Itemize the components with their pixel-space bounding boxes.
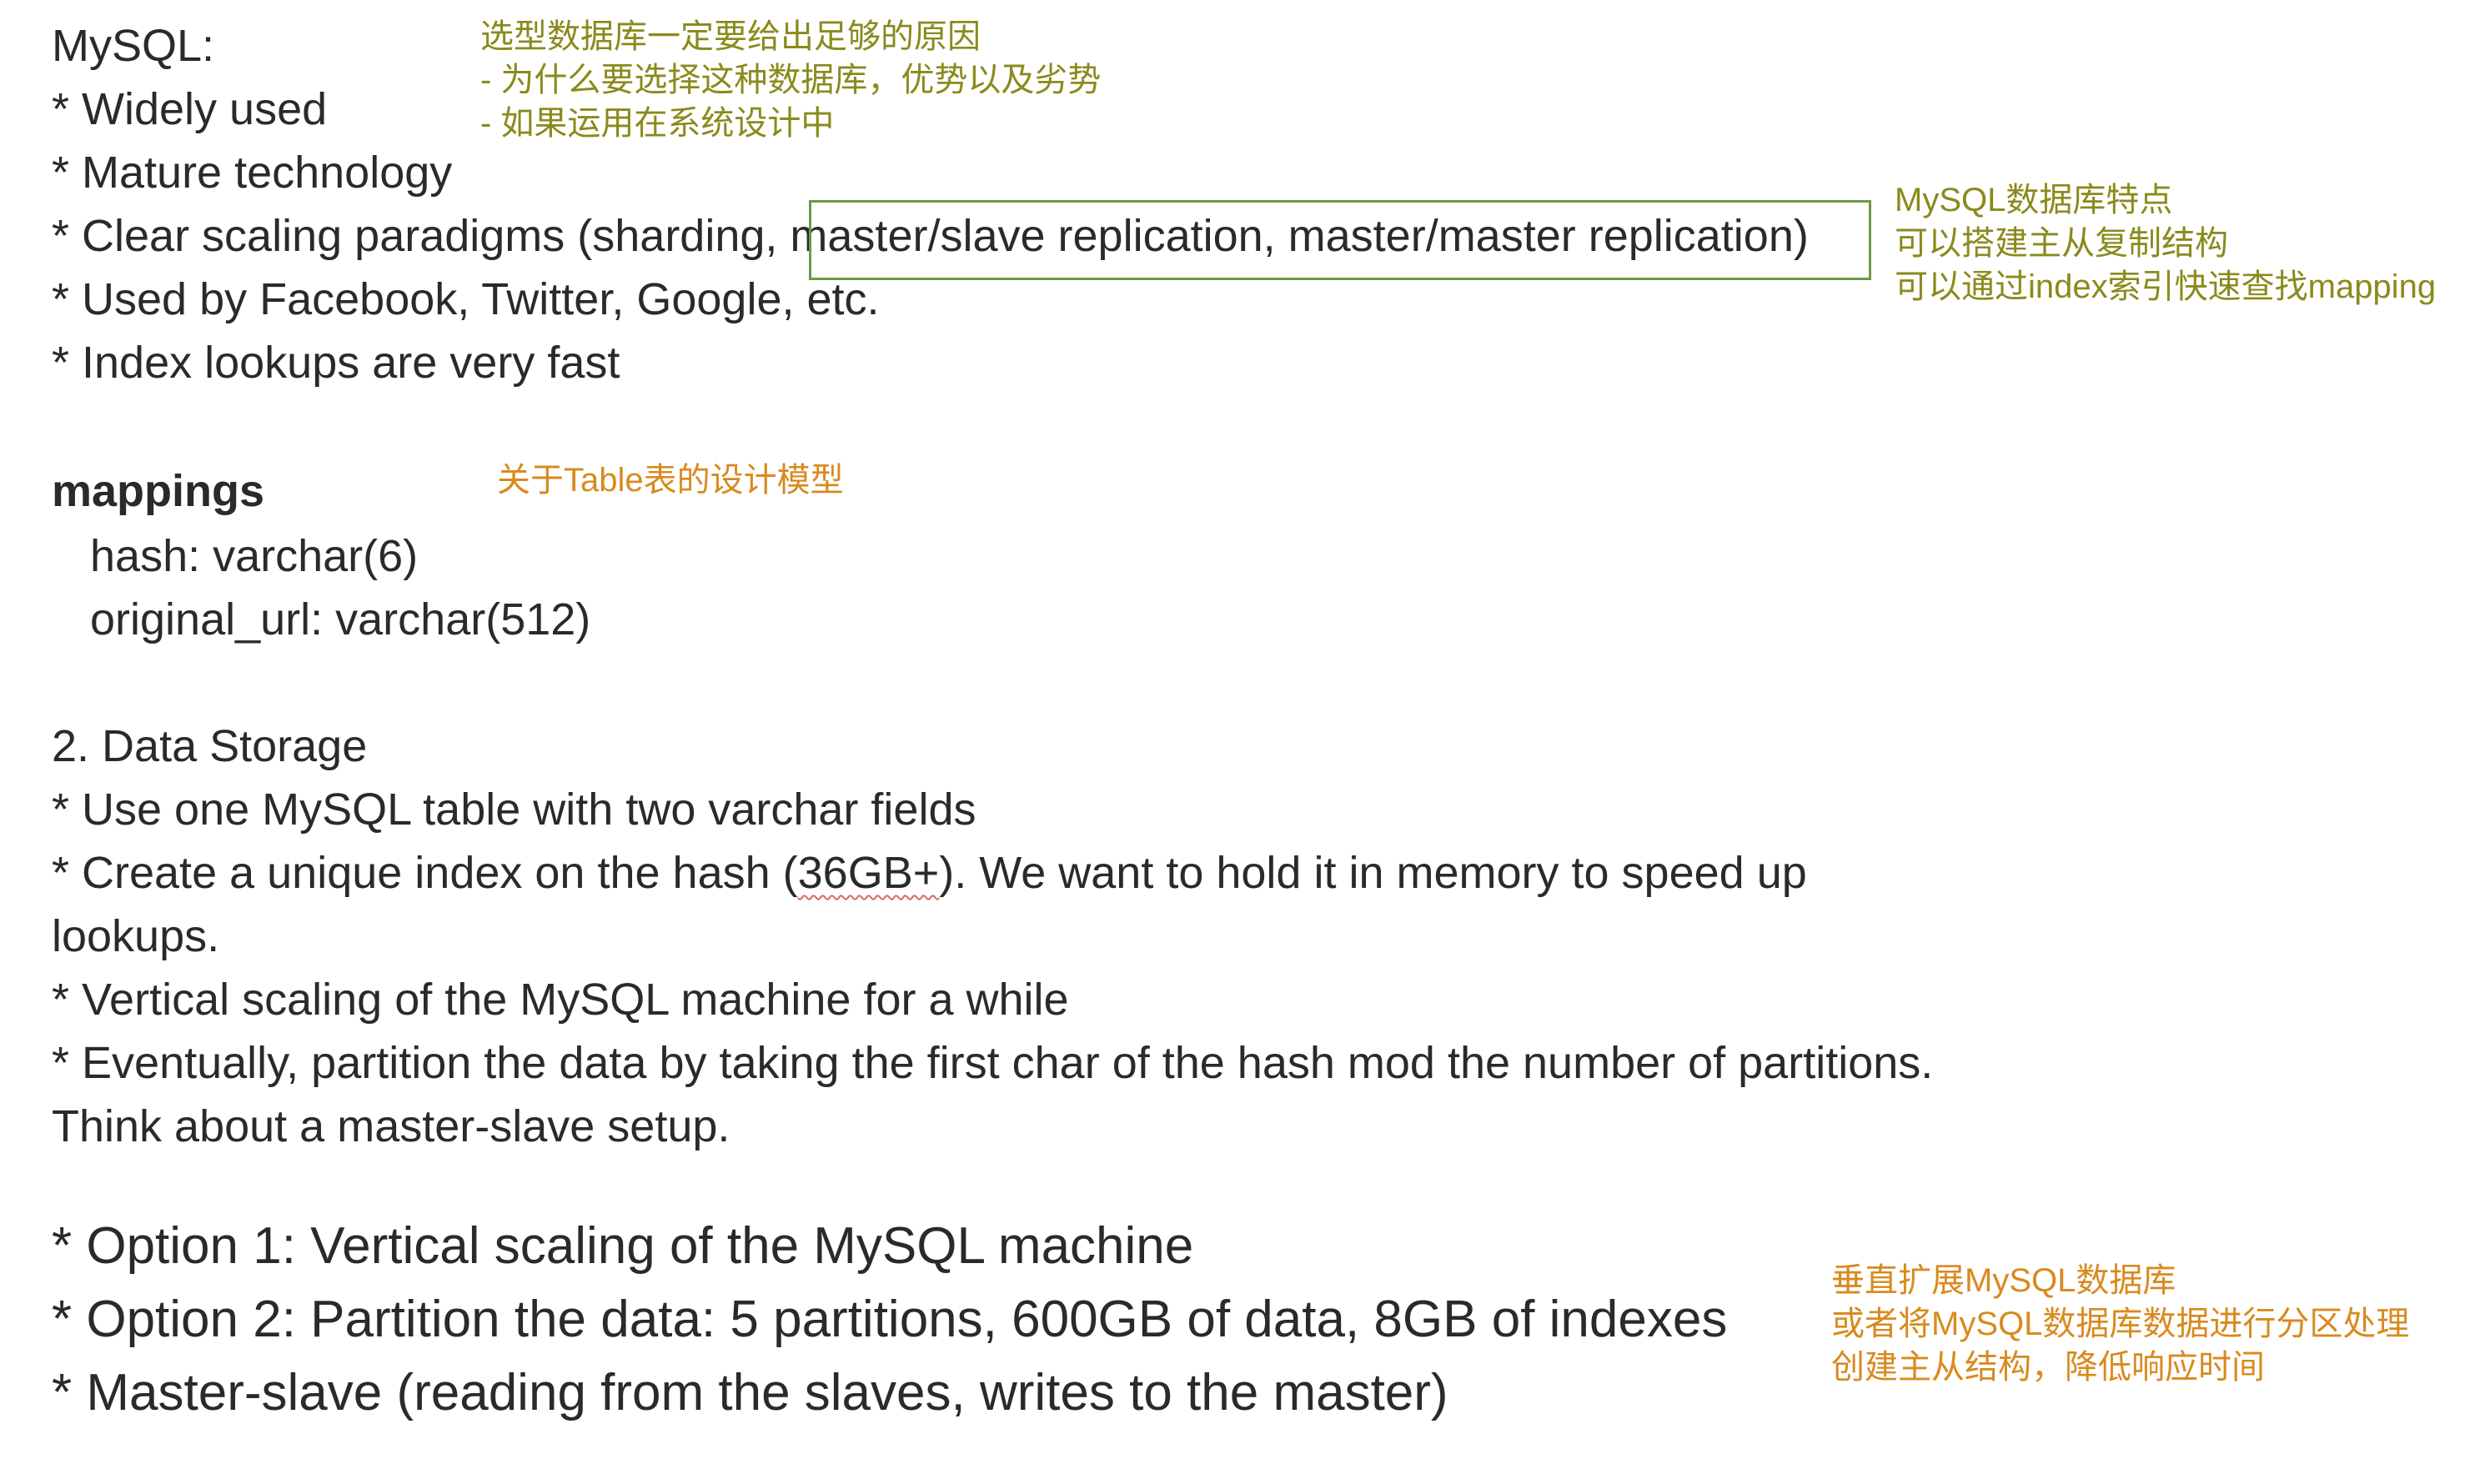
- note-mysql-features-3: 可以通过index索引快速查找mapping: [1895, 268, 2437, 305]
- mappings-field-original-url: original_url: varchar(512): [90, 594, 591, 644]
- note-selection-3: - 如果运用在系统设计中: [480, 105, 835, 142]
- storage-line-6: Think about a master-slave setup.: [52, 1101, 730, 1151]
- storage-line-2-mark: 36GB+: [797, 848, 940, 898]
- note-scaling-1: 垂直扩展MySQL数据库: [1831, 1262, 2176, 1299]
- storage-line-4: * Vertical scaling of the MySQL machine …: [52, 975, 1069, 1025]
- replication-highlight-box: [809, 200, 1871, 280]
- note-mysql-features-1: MySQL数据库特点: [1895, 182, 2173, 218]
- mysql-bullet-used-by: * Used by Facebook, Twitter, Google, etc…: [52, 274, 880, 324]
- mysql-title: MySQL:: [52, 21, 215, 71]
- storage-line-3: lookups.: [52, 911, 220, 961]
- note-selection-1: 选型数据库一定要给出足够的原因: [480, 18, 981, 55]
- storage-title: 2. Data Storage: [52, 721, 368, 771]
- note-scaling-2: 或者将MySQL数据库数据进行分区处理: [1831, 1306, 2410, 1342]
- note-mysql-features-2: 可以搭建主从复制结构: [1895, 225, 2228, 262]
- storage-line-5: * Eventually, partition the data by taki…: [52, 1038, 1934, 1088]
- storage-line-2-post: ). We want to hold it in memory to speed…: [939, 848, 1807, 898]
- option-1: * Option 1: Vertical scaling of the MySQ…: [52, 1217, 1194, 1275]
- storage-line-1: * Use one MySQL table with two varchar f…: [52, 785, 976, 835]
- mysql-bullet-widely-used: * Widely used: [52, 84, 328, 134]
- mappings-title: mappings: [52, 466, 265, 516]
- option-master-slave: * Master-slave (reading from the slaves,…: [52, 1364, 1448, 1421]
- mappings-field-hash: hash: varchar(6): [90, 531, 419, 581]
- storage-line-2: * Create a unique index on the hash (36G…: [52, 850, 1807, 895]
- mysql-bullet-mature: * Mature technology: [52, 148, 453, 198]
- note-selection-2: - 为什么要选择这种数据库，优势以及劣势: [480, 62, 1102, 98]
- note-scaling-3: 创建主从结构，降低响应时间: [1831, 1349, 2265, 1386]
- option-2: * Option 2: Partition the data: 5 partit…: [52, 1291, 1728, 1348]
- note-table-design: 关于Table表的设计模型: [497, 462, 844, 499]
- storage-line-2-pre: * Create a unique index on the hash (: [52, 848, 798, 898]
- mysql-bullet-scaling-text: * Clear scaling paradigms (sharding,: [52, 211, 791, 261]
- mysql-bullet-index: * Index lookups are very fast: [52, 338, 620, 388]
